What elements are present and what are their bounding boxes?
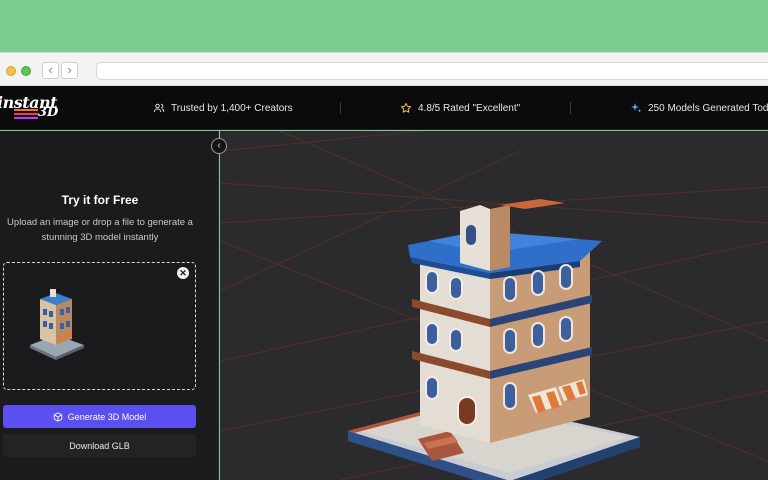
remove-image-button[interactable]: ✕ — [177, 267, 189, 279]
back-button[interactable]: ‹ — [42, 62, 59, 79]
upload-dropzone[interactable]: ✕ — [3, 262, 196, 390]
stat-rating-label: 4.8/5 Rated "Excellent" — [418, 102, 521, 114]
stat-creators-label: Trusted by 1,400+ Creators — [171, 102, 293, 114]
download-glb-button[interactable]: Download GLB — [3, 434, 196, 457]
panel-subtitle: Upload an image or drop a file to genera… — [7, 217, 193, 243]
stat-generated: 250 Models Generated Today — [630, 86, 768, 130]
address-bar[interactable] — [96, 62, 768, 80]
generated-building-model — [348, 199, 640, 480]
download-button-label: Download GLB — [69, 440, 130, 451]
panel-title: Try it for Free — [61, 193, 139, 207]
star-icon — [400, 102, 412, 113]
chevron-left-icon: ‹ — [48, 62, 53, 77]
forward-button[interactable]: › — [61, 62, 78, 79]
generate-model-button[interactable]: Generate 3D Model — [3, 405, 196, 428]
minimize-window-button[interactable] — [6, 66, 16, 76]
app-header: instant 3D Trusted by 1,400+ Creators 4.… — [0, 86, 768, 130]
users-icon — [153, 103, 165, 113]
chevron-right-icon: › — [67, 62, 72, 77]
divider — [570, 102, 571, 114]
brand-logo[interactable]: instant 3D — [0, 93, 64, 121]
uploaded-image-thumbnail — [30, 289, 84, 360]
maximize-window-button[interactable] — [21, 66, 31, 76]
model-viewport[interactable] — [220, 131, 768, 480]
stat-generated-label: 250 Models Generated Today — [648, 102, 768, 114]
logo-text-secondary: 3D — [38, 105, 59, 120]
sparkle-icon — [631, 103, 642, 113]
stat-rating: 4.8/5 Rated "Excellent" — [400, 86, 520, 130]
chevron-left-icon: ‹ — [217, 140, 221, 151]
generate-button-label: Generate 3D Model — [67, 411, 147, 422]
browser-toolbar: ‹ › — [0, 52, 768, 86]
stat-creators: Trusted by 1,400+ Creators — [153, 86, 293, 130]
collapse-panel-button[interactable]: ‹ — [211, 138, 227, 154]
close-icon: ✕ — [179, 268, 187, 278]
cube-icon — [53, 411, 62, 422]
generator-panel: Try it for Free Upload an image or drop … — [0, 131, 219, 480]
divider — [340, 102, 341, 114]
